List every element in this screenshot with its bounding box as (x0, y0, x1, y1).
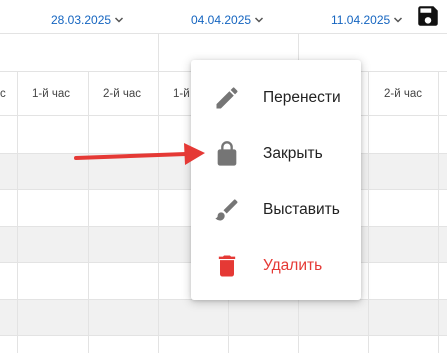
date-label: 28.03.2025 (51, 13, 112, 27)
context-menu: Перенести Закрыть Выставить Удалить (191, 60, 361, 300)
date-header-dropdown[interactable]: 28.03.2025 (51, 12, 124, 28)
menu-item-label: Выставить (263, 201, 340, 218)
save-icon (418, 6, 438, 26)
column-header: 2-й час (103, 88, 141, 100)
menu-item-label: Закрыть (263, 145, 323, 162)
menu-item-close[interactable]: Закрыть (191, 126, 361, 182)
pencil-icon (216, 87, 238, 109)
column-header: 1-й час (32, 88, 70, 100)
column-header: с (0, 88, 6, 100)
chevron-down-icon (394, 17, 403, 23)
chevron-down-icon (255, 17, 264, 23)
date-header-dropdown[interactable]: 11.04.2025 (331, 12, 403, 28)
menu-item-publish[interactable]: Выставить (191, 182, 361, 238)
date-label: 04.04.2025 (191, 13, 252, 27)
column-header: 2-й час (384, 88, 422, 100)
trash-icon (218, 255, 236, 277)
column-header: 1-й (173, 88, 190, 100)
chevron-down-icon (115, 17, 124, 23)
menu-item-move[interactable]: Перенести (191, 70, 361, 126)
menu-item-label: Удалить (263, 257, 323, 274)
date-header-dropdown[interactable]: 04.04.2025 (191, 12, 264, 28)
save-button[interactable] (415, 3, 441, 29)
menu-item-label: Перенести (263, 89, 341, 106)
brush-icon (215, 199, 238, 221)
table-row-band (0, 299, 447, 335)
date-label: 11.04.2025 (331, 13, 391, 27)
menu-item-delete[interactable]: Удалить (191, 238, 361, 294)
lock-icon (217, 141, 237, 166)
